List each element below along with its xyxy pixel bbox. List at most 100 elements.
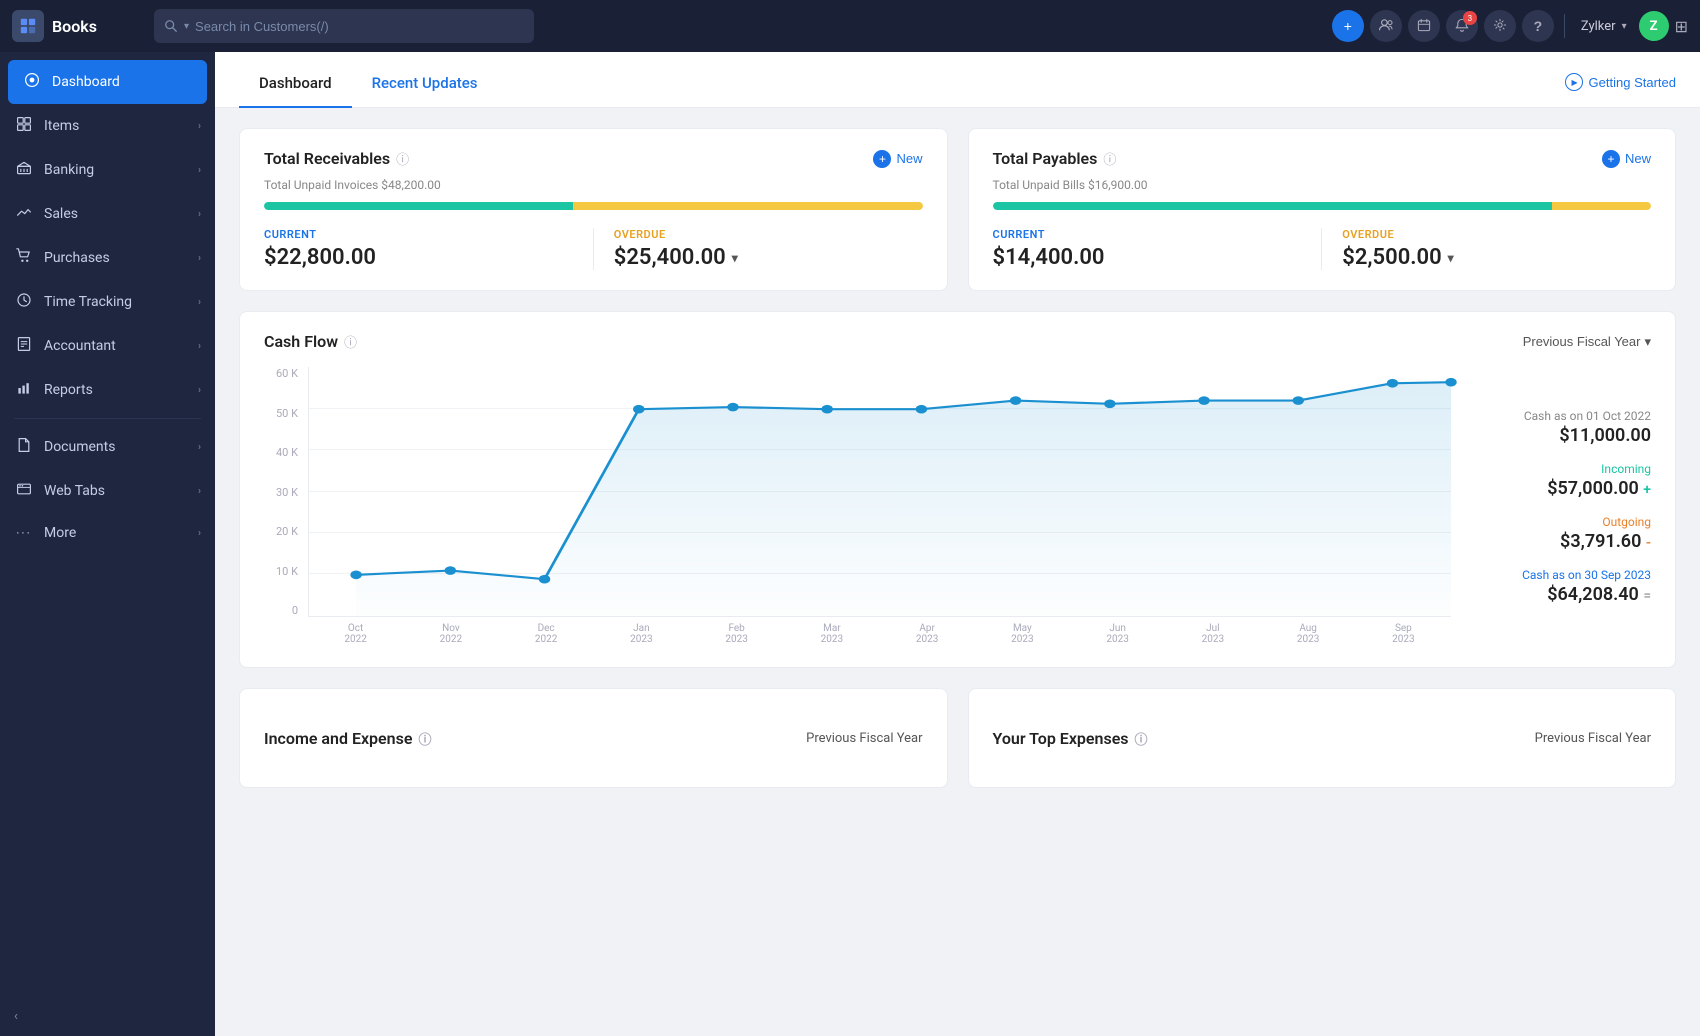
apps-grid-icon[interactable]: ⊞ <box>1675 17 1688 36</box>
settings-button[interactable] <box>1484 10 1516 42</box>
help-button[interactable]: ? <box>1522 10 1554 42</box>
payables-info-icon[interactable]: ⓘ <box>1103 149 1116 168</box>
income-expense-info-icon[interactable]: ⓘ <box>418 729 431 748</box>
y-label: 60 K <box>264 367 304 380</box>
overdue-label: OVERDUE <box>1342 228 1651 241</box>
overdue-value: $25,400.00 ▾ <box>614 245 923 270</box>
receivables-title-row: Total Receivables ⓘ <box>264 149 409 168</box>
user-avatar[interactable]: Z <box>1639 11 1669 41</box>
getting-started-button[interactable]: ▶ Getting Started <box>1565 73 1676 107</box>
sidebar-item-more[interactable]: ··· More › <box>0 513 215 553</box>
chevron-icon: › <box>198 253 201 264</box>
summary-cards-row: Total Receivables ⓘ + New Total Unpaid I… <box>239 128 1676 291</box>
chevron-icon: › <box>198 442 201 453</box>
gear-icon <box>1493 18 1507 35</box>
user-menu[interactable]: Zylker ▾ <box>1575 19 1633 34</box>
items-icon <box>14 116 34 136</box>
payables-new-button[interactable]: + New <box>1602 150 1651 168</box>
payables-progress <box>993 202 1652 210</box>
sidebar-item-label: Dashboard <box>52 74 193 90</box>
chart-dot <box>1104 399 1115 408</box>
plus-icon: + <box>1344 18 1352 34</box>
topnav-actions: + 3 ? Zylker ▾ <box>1332 10 1688 42</box>
chart-dot <box>1387 379 1398 388</box>
cashflow-body: 60 K 50 K 40 K 30 K 20 K 10 K 0 <box>264 367 1651 647</box>
user-dropdown-icon: ▾ <box>1622 21 1627 32</box>
add-button[interactable]: + <box>1332 10 1364 42</box>
income-expense-title: Income and Expense ⓘ <box>264 729 431 748</box>
chart-dot <box>1293 396 1304 405</box>
chart-dot <box>1010 396 1021 405</box>
sidebar-item-label: Sales <box>44 206 188 222</box>
sidebar-item-label: Banking <box>44 162 188 178</box>
documents-icon <box>14 437 34 457</box>
outgoing-item: Outgoing $3,791.60 - <box>1471 515 1651 552</box>
cashflow-info-icon[interactable]: ⓘ <box>344 332 357 351</box>
cashflow-card: Cash Flow ⓘ Previous Fiscal Year ▾ 60 K … <box>239 311 1676 668</box>
topnav: Books ▾ + 3 <box>0 0 1700 52</box>
income-expense-period[interactable]: Previous Fiscal Year <box>806 731 922 746</box>
top-expenses-card: Your Top Expenses ⓘ Previous Fiscal Year <box>968 688 1677 788</box>
sidebar-item-sales[interactable]: Sales › <box>0 192 215 236</box>
time-tracking-icon <box>14 292 34 312</box>
sidebar-item-items[interactable]: Items › <box>0 104 215 148</box>
receivables-progress <box>264 202 923 210</box>
receivables-header: Total Receivables ⓘ + New <box>264 149 923 168</box>
sidebar-item-purchases[interactable]: Purchases › <box>0 236 215 280</box>
purchases-icon <box>14 248 34 268</box>
incoming-suffix: + <box>1643 482 1651 498</box>
x-label: Sep2023 <box>1356 617 1451 647</box>
sidebar-item-banking[interactable]: Banking › <box>0 148 215 192</box>
progress-overdue <box>1552 202 1651 210</box>
sales-icon <box>14 204 34 224</box>
sidebar-item-label: Purchases <box>44 250 188 266</box>
content-body: Total Receivables ⓘ + New Total Unpaid I… <box>215 108 1700 808</box>
progress-current <box>993 202 1553 210</box>
cashflow-period-selector[interactable]: Previous Fiscal Year ▾ <box>1523 334 1651 350</box>
user-name: Zylker <box>1581 19 1616 34</box>
search-input[interactable] <box>195 19 524 34</box>
chart-inner <box>308 367 1451 617</box>
period-dropdown-icon: ▾ <box>1644 334 1651 350</box>
sidebar-item-label: More <box>44 525 188 541</box>
incoming-item: Incoming $57,000.00 + <box>1471 462 1651 499</box>
top-expenses-period[interactable]: Previous Fiscal Year <box>1535 731 1651 746</box>
sidebar-item-accountant[interactable]: Accountant › <box>0 324 215 368</box>
cash-end-suffix: = <box>1643 588 1651 604</box>
notifications-button[interactable]: 3 <box>1446 10 1478 42</box>
x-label: Aug2023 <box>1261 617 1356 647</box>
calendar-button[interactable] <box>1408 10 1440 42</box>
overdue-dropdown-icon[interactable]: ▾ <box>732 251 738 265</box>
top-expenses-info-icon[interactable]: ⓘ <box>1135 729 1148 748</box>
sidebar-item-web-tabs[interactable]: Web Tabs › <box>0 469 215 513</box>
cashflow-header: Cash Flow ⓘ Previous Fiscal Year ▾ <box>264 332 1651 351</box>
search-bar: ▾ <box>154 9 534 43</box>
app-title: Books <box>52 17 97 36</box>
current-label: CURRENT <box>993 228 1302 241</box>
receivables-new-button[interactable]: + New <box>873 150 922 168</box>
sidebar-item-reports[interactable]: Reports › <box>0 368 215 412</box>
contacts-button[interactable] <box>1370 10 1402 42</box>
cash-end-item: Cash as on 30 Sep 2023 $64,208.40 = <box>1471 568 1651 605</box>
x-label: Jul2023 <box>1165 617 1260 647</box>
app-logo[interactable]: Books <box>12 10 142 42</box>
help-icon: ? <box>1534 18 1543 34</box>
sidebar-item-time-tracking[interactable]: Time Tracking › <box>0 280 215 324</box>
chart-dot <box>821 405 832 414</box>
receivables-info-icon[interactable]: ⓘ <box>396 149 409 168</box>
tab-dashboard[interactable]: Dashboard <box>239 58 352 108</box>
web-tabs-icon <box>14 481 34 501</box>
chart-fill <box>356 382 1451 616</box>
y-label: 50 K <box>264 407 304 420</box>
search-dropdown-arrow[interactable]: ▾ <box>184 21 189 32</box>
sidebar-item-dashboard[interactable]: Dashboard <box>8 60 207 104</box>
sidebar-collapse-btn[interactable]: ‹ <box>0 997 215 1036</box>
sidebar-item-documents[interactable]: Documents › <box>0 425 215 469</box>
incoming-value: $57,000.00 + <box>1471 478 1651 499</box>
tab-recent-updates[interactable]: Recent Updates <box>352 58 498 108</box>
sidebar-item-label: Reports <box>44 382 188 398</box>
payables-subtitle: Total Unpaid Bills $16,900.00 <box>993 178 1652 192</box>
content-tabs: Dashboard Recent Updates <box>239 58 498 107</box>
overdue-dropdown-icon[interactable]: ▾ <box>1448 251 1454 265</box>
income-expense-card: Income and Expense ⓘ Previous Fiscal Yea… <box>239 688 948 788</box>
